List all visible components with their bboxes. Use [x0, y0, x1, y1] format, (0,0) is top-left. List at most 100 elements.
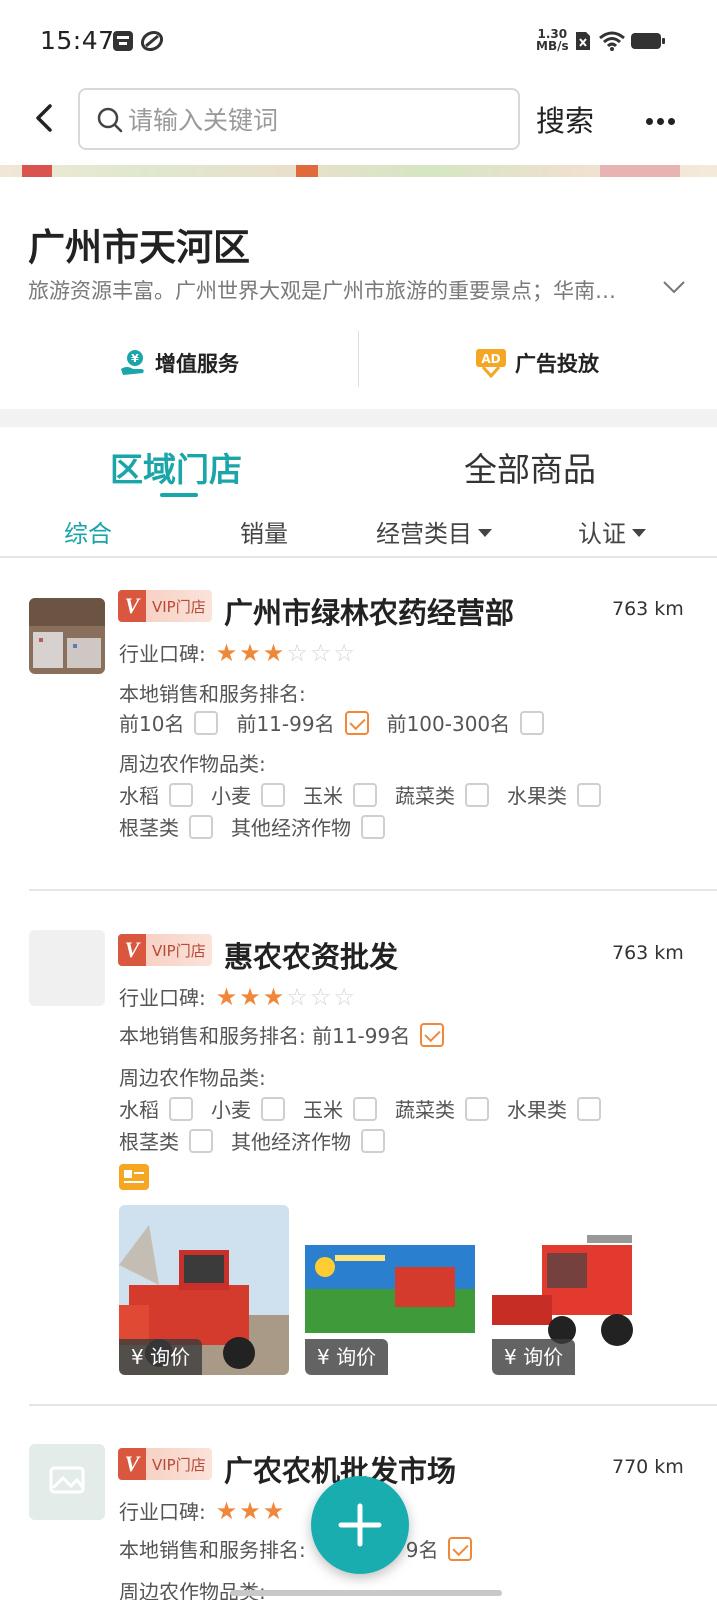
filter-overall[interactable]: 综合 — [64, 514, 112, 549]
ask-price-tag[interactable]: ¥ 询价 — [305, 1339, 389, 1375]
crop-checkbox[interactable] — [465, 782, 489, 807]
search-button[interactable]: 搜索 — [536, 98, 594, 140]
region-title: 广州市天河区 — [28, 226, 250, 269]
crop-checkbox[interactable] — [189, 814, 213, 839]
crop-checkbox[interactable] — [169, 782, 193, 807]
crop-checkbox[interactable] — [169, 1096, 193, 1121]
filter-bar: 综合 销量 经营类目 认证 — [0, 506, 717, 558]
star-icon: ★ — [262, 638, 285, 667]
rating-stars: ★ ★ ★ — [216, 1499, 285, 1523]
home-indicator[interactable] — [230, 1590, 502, 1596]
crop-checkbox[interactable] — [189, 1128, 213, 1153]
search-input[interactable] — [128, 100, 508, 140]
vip-badge: V VIP门店 — [118, 934, 212, 966]
status-bar: 15:47 1.30 MB/s — [0, 0, 717, 84]
crops-label: 周边农作物品类: — [119, 1066, 266, 1090]
star-icon: ★ — [239, 982, 261, 1011]
star-icon: ★ — [215, 1496, 238, 1525]
crop-checkbox[interactable] — [353, 1096, 377, 1121]
svg-text:AD: AD — [481, 352, 500, 366]
action-label: 增值服务 — [155, 352, 239, 376]
app-icon — [140, 30, 164, 52]
expand-chevron-icon[interactable] — [662, 279, 686, 295]
tab-region-stores[interactable]: 区域门店 — [110, 443, 242, 491]
notification-icon — [113, 31, 133, 51]
battery-icon — [631, 33, 665, 49]
value-added-service-button[interactable]: ¥ 增值服务 — [0, 317, 358, 409]
back-button[interactable] — [30, 100, 60, 136]
crop-checkbox[interactable] — [465, 1096, 489, 1121]
product-image[interactable]: ¥ 询价 — [305, 1205, 475, 1375]
crops-label: 周边农作物品类: — [119, 1580, 266, 1600]
star-icon: ★ — [239, 1496, 261, 1525]
product-image[interactable]: ¥ 询价 — [492, 1205, 662, 1375]
caret-down-icon — [478, 528, 492, 537]
ranking-row: 本地销售和服务排名: 9名 — [119, 1534, 490, 1563]
business-license-icon[interactable] — [119, 1164, 149, 1190]
reputation-row: 行业口碑: ★ ★ ★ ☆ ☆ ☆ — [119, 982, 355, 1011]
store-name[interactable]: 广州市绿林农药经营部 — [224, 590, 514, 632]
crop-checkbox[interactable] — [577, 1096, 601, 1121]
status-time: 15:47 — [40, 26, 115, 55]
ad-icon: AD — [476, 349, 506, 378]
crop-checkbox[interactable] — [361, 814, 385, 839]
tab-all-products[interactable]: 全部商品 — [464, 443, 596, 491]
star-icon: ★ — [239, 638, 261, 667]
search-icon — [97, 107, 123, 133]
dot-icon — [657, 118, 664, 125]
crop-checkbox[interactable] — [361, 1128, 385, 1153]
ranking-label: 本地销售和服务排名: — [119, 682, 306, 706]
rank-checkbox[interactable] — [420, 1022, 445, 1047]
star-empty-icon: ☆ — [333, 638, 355, 667]
rank-checkbox[interactable] — [520, 710, 545, 735]
map-preview[interactable] — [0, 165, 717, 177]
rank-checkbox[interactable] — [194, 710, 219, 735]
ad-placement-button[interactable]: AD 广告投放 — [358, 317, 716, 409]
star-icon: ★ — [215, 638, 238, 667]
crop-checkbox[interactable] — [577, 782, 601, 807]
rating-stars: ★ ★ ★ ☆ ☆ ☆ — [216, 985, 355, 1009]
star-empty-icon: ☆ — [309, 982, 332, 1011]
crop-options: 根茎类 其他经济作物 — [119, 812, 403, 841]
main-tabs: 区域门店 全部商品 — [0, 427, 717, 497]
money-hand-icon: ¥ — [121, 350, 144, 375]
wifi-icon — [599, 31, 625, 51]
ask-price-tag[interactable]: ¥ 询价 — [492, 1339, 576, 1375]
rank-checkbox[interactable] — [344, 710, 369, 735]
caret-down-icon — [632, 528, 646, 537]
placeholder-image-icon — [49, 1466, 85, 1494]
region-actions: ¥ 增值服务 AD 广告投放 — [0, 317, 717, 409]
crop-checkbox[interactable] — [353, 782, 377, 807]
star-icon: ★ — [262, 982, 285, 1011]
section-gap — [0, 409, 717, 427]
divider — [29, 1404, 717, 1406]
dot-icon — [646, 118, 653, 125]
crop-checkbox[interactable] — [261, 1096, 285, 1121]
ask-price-tag[interactable]: ¥ 询价 — [119, 1339, 203, 1375]
product-image[interactable]: ¥ 询价 — [119, 1205, 289, 1375]
reputation-row: 行业口碑: ★ ★ ★ ☆ ☆ ☆ — [119, 638, 355, 667]
vip-badge: V VIP门店 — [118, 1448, 212, 1480]
star-empty-icon: ☆ — [333, 982, 355, 1011]
rank-checkbox[interactable] — [448, 1536, 473, 1561]
search-box[interactable] — [78, 88, 520, 150]
filter-certification[interactable]: 认证 — [578, 514, 646, 549]
crop-options: 水稻 小麦 玉米 蔬菜类 水果类 — [119, 780, 619, 809]
star-empty-icon: ☆ — [286, 638, 308, 667]
region-card: 广州市天河区 旅游资源丰富。广州世界大观是广州市旅游的重要景点；华南… ¥ 增值… — [0, 177, 717, 409]
store-thumbnail — [29, 598, 105, 674]
more-menu-button[interactable] — [646, 110, 680, 125]
ranking-row: 本地销售和服务排名: 前11-99名 — [119, 1020, 462, 1049]
store-thumbnail — [29, 1444, 105, 1520]
crop-checkbox[interactable] — [261, 782, 285, 807]
crop-options: 根茎类 其他经济作物 — [119, 1126, 403, 1155]
store-distance: 763 km — [612, 942, 684, 964]
net-speed: 1.30 MB/s — [536, 27, 569, 53]
filter-category[interactable]: 经营类目 — [376, 514, 492, 549]
add-fab-button[interactable] — [311, 1476, 409, 1574]
crop-options: 水稻 小麦 玉米 蔬菜类 水果类 — [119, 1094, 619, 1123]
plus-icon — [338, 1503, 382, 1547]
filter-sales[interactable]: 销量 — [240, 514, 288, 549]
region-description: 旅游资源丰富。广州世界大观是广州市旅游的重要景点；华南… — [28, 279, 616, 303]
store-name[interactable]: 惠农农资批发 — [224, 934, 398, 976]
